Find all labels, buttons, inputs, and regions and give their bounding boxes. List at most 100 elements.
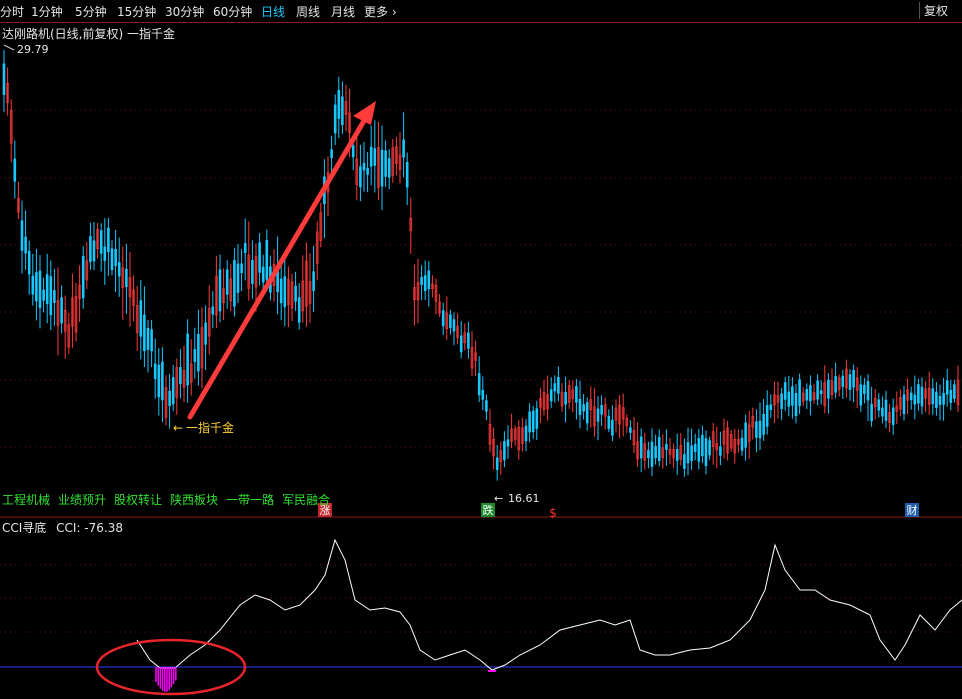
candle-body <box>665 444 668 450</box>
candle-body <box>362 162 366 171</box>
candle-body <box>938 395 942 405</box>
candle-body <box>639 436 643 459</box>
svg-text:←: ← <box>494 492 503 505</box>
candle-body <box>953 384 956 399</box>
candle-body <box>380 149 384 187</box>
candle-body <box>312 271 315 292</box>
candle-body <box>949 389 953 403</box>
candle-body <box>528 411 531 433</box>
candle-body <box>427 270 431 290</box>
candle-body <box>459 335 463 353</box>
candle-body <box>596 408 600 422</box>
candle-body <box>420 276 423 285</box>
candle-body <box>675 449 679 461</box>
candle-body <box>870 403 873 422</box>
candle-body <box>704 438 708 467</box>
cci-indicator <box>136 538 962 692</box>
candle-body <box>719 446 722 456</box>
candle-body <box>744 422 747 448</box>
candle-body <box>366 167 369 175</box>
sector-tag[interactable]: 一带一路 <box>226 493 274 507</box>
cci-panel-title: CCI寻底 CCI: -76.38 <box>2 519 123 536</box>
candle-body <box>506 439 510 447</box>
candle-body <box>186 333 189 386</box>
candle-body <box>686 442 690 464</box>
candle-body <box>557 376 560 394</box>
candle-body <box>909 392 913 401</box>
candle-body <box>485 400 488 412</box>
candle-body <box>168 390 171 406</box>
candle-body <box>758 420 762 439</box>
candle-body <box>31 275 35 295</box>
candle-body <box>42 289 45 301</box>
candle-body <box>564 391 567 405</box>
event-marker-dollar[interactable]: $ <box>549 506 557 520</box>
candle-body <box>783 382 787 400</box>
candle-body <box>913 394 917 405</box>
candle-body <box>297 297 301 323</box>
candle-body <box>60 297 63 324</box>
candle-body <box>683 454 686 469</box>
candle-body <box>373 148 377 166</box>
svg-text:$: $ <box>549 506 557 520</box>
candle-body <box>279 278 283 304</box>
candle-body <box>351 145 355 158</box>
sector-tag[interactable]: 工程机械 <box>2 493 50 507</box>
event-marker-limit-down[interactable]: 跌 <box>481 503 495 517</box>
candle-body <box>125 268 128 288</box>
candle-body <box>863 384 866 394</box>
candle-body <box>45 274 49 305</box>
candle-body <box>881 407 884 417</box>
candle-body <box>809 385 812 402</box>
candle-body <box>942 392 945 405</box>
candle-body <box>935 391 938 408</box>
candle-body <box>150 329 153 352</box>
event-marker-finance[interactable]: 财 <box>905 503 919 517</box>
candle-body <box>49 276 53 316</box>
candle-body <box>240 263 243 273</box>
cci-value: CCI: -76.38 <box>56 521 123 535</box>
candle-body <box>369 146 373 167</box>
sector-tag[interactable]: 军民融合 <box>282 493 330 507</box>
candle-body <box>794 392 798 416</box>
candle-body <box>449 314 452 329</box>
candle-body <box>143 314 146 352</box>
sector-tag[interactable]: 股权转让 <box>114 493 162 507</box>
candle-body <box>697 438 701 462</box>
high-price-marker: 29.79 <box>3 43 49 56</box>
sector-tag[interactable]: 业绩预升 <box>58 493 106 507</box>
sector-tag[interactable]: 陕西板块 <box>170 493 218 507</box>
candle-body <box>524 425 528 442</box>
candle-body <box>600 404 603 415</box>
candle-body <box>769 404 773 410</box>
candle-body <box>650 441 654 467</box>
candle-body <box>251 259 254 284</box>
svg-text:←: ← <box>173 421 183 435</box>
candle-body <box>535 408 539 429</box>
candle-body <box>654 446 657 459</box>
candle-body <box>81 255 85 299</box>
candle-body <box>384 150 387 177</box>
candle-body <box>13 158 17 182</box>
high-price-label: 29.79 <box>17 43 49 56</box>
candle-body <box>531 410 535 433</box>
candle-body <box>161 361 164 401</box>
candle-body <box>701 434 704 457</box>
candle-body <box>477 373 481 396</box>
candle-body <box>452 319 456 332</box>
candle-body <box>157 364 161 398</box>
candle-body <box>193 349 197 362</box>
candle-body <box>236 263 240 293</box>
candle-body <box>877 399 881 411</box>
candle-body <box>204 322 207 345</box>
candle-body <box>787 391 791 407</box>
candle-body <box>827 379 830 399</box>
candle-body <box>110 248 114 270</box>
candle-body <box>99 230 103 254</box>
svg-text:跌: 跌 <box>483 503 494 517</box>
low-price-marker: ← 16.61 <box>494 492 540 505</box>
candle-body <box>211 306 215 315</box>
candle-body <box>233 259 236 307</box>
candle-body <box>762 413 765 435</box>
candle-body <box>848 374 852 391</box>
